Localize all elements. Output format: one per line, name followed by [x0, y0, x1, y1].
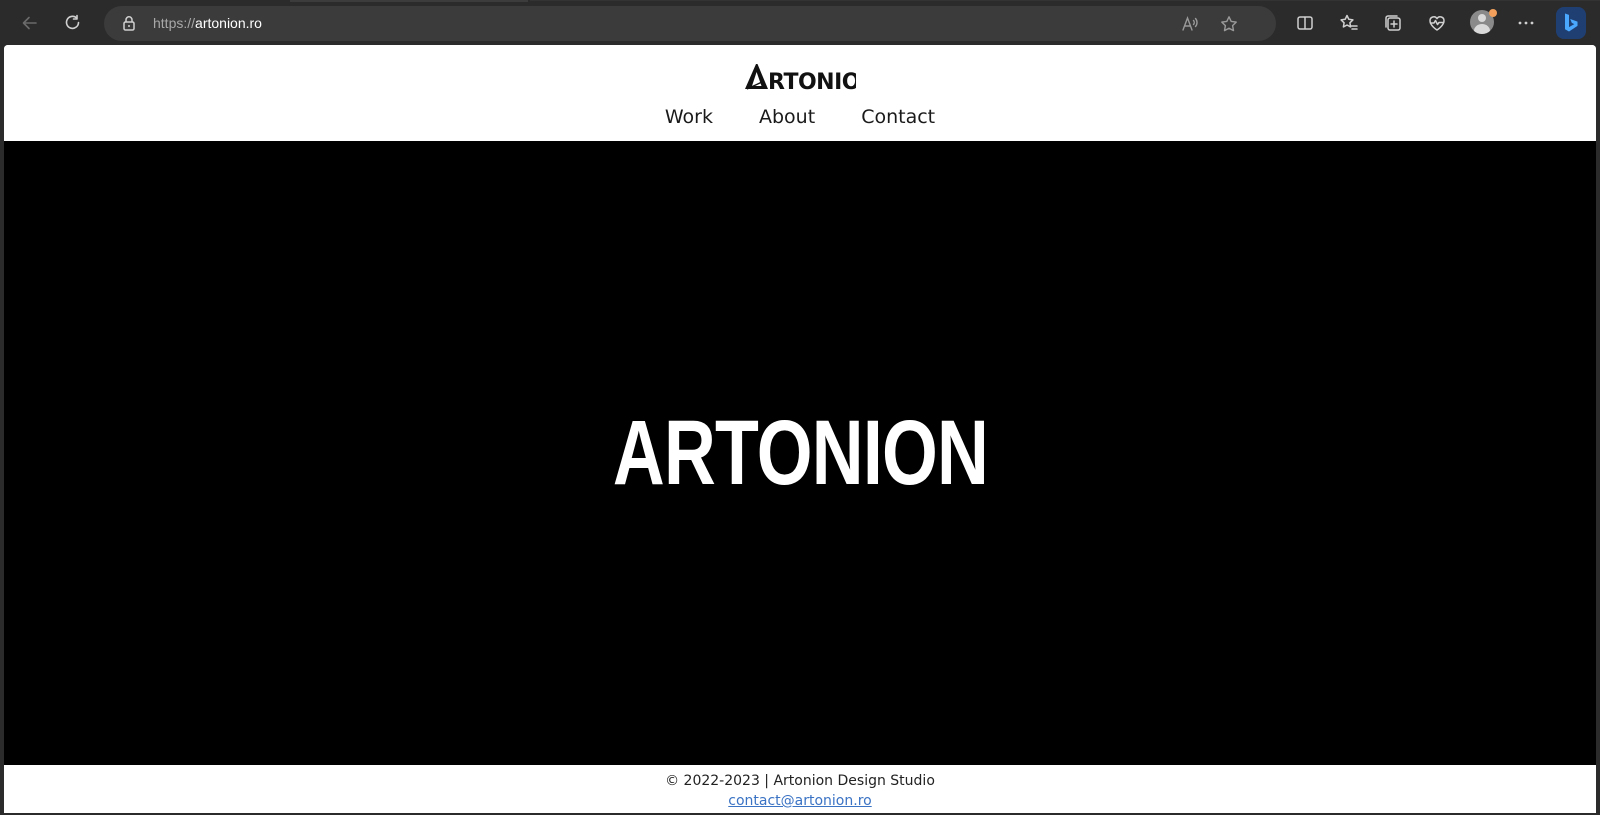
page-viewport: RTONION Work About Contact ARTONION © 20… — [4, 45, 1596, 813]
nav-contact-link[interactable]: Contact — [838, 103, 958, 133]
notification-dot — [1489, 9, 1497, 17]
url-protocol: https:// — [153, 15, 196, 31]
hero-title: ARTONION — [612, 402, 988, 504]
star-icon — [1221, 16, 1237, 32]
site-footer: © 2022-2023 | Artonion Design Studio con… — [4, 765, 1596, 813]
performance-button[interactable] — [1423, 9, 1451, 37]
read-aloud-icon — [1182, 16, 1198, 31]
profile-button[interactable] — [1470, 9, 1497, 36]
split-screen-icon — [1297, 16, 1313, 30]
hero-section: ARTONION — [4, 141, 1596, 765]
refresh-button[interactable] — [57, 8, 89, 38]
url-host: artonion.ro — [195, 15, 262, 31]
back-button[interactable] — [14, 8, 46, 38]
site-header: RTONION Work About Contact — [4, 45, 1596, 141]
footer-email-link[interactable]: contact@artonion.ro — [728, 791, 871, 811]
main-nav: Work About Contact — [4, 103, 1596, 133]
favorite-button[interactable] — [1218, 13, 1240, 35]
lock-icon[interactable] — [120, 14, 138, 32]
tab-strip-line — [530, 0, 1600, 1]
read-aloud-button[interactable] — [1179, 13, 1201, 35]
favorites-list-icon — [1340, 14, 1358, 30]
copilot-button[interactable] — [1556, 7, 1586, 39]
url-text[interactable]: https://artonion.ro — [153, 14, 262, 32]
logo-text: RTONION — [768, 70, 856, 91]
tab-strip-edge — [290, 0, 528, 2]
nav-work-link[interactable]: Work — [642, 103, 736, 133]
collections-button[interactable] — [1379, 9, 1407, 37]
artonion-logo[interactable]: RTONION — [744, 63, 856, 91]
bing-copilot-icon — [1565, 13, 1578, 32]
more-button[interactable] — [1512, 9, 1540, 37]
browser-toolbar: https://artonion.ro — [0, 0, 1600, 45]
nav-about-link[interactable]: About — [736, 103, 838, 133]
favorites-button[interactable] — [1335, 9, 1363, 37]
more-dots-icon — [1518, 21, 1534, 25]
heart-pulse-icon — [1429, 16, 1445, 31]
back-arrow-icon — [22, 16, 37, 30]
collections-icon — [1385, 15, 1401, 31]
refresh-icon — [65, 14, 80, 30]
address-bar[interactable]: https://artonion.ro — [104, 6, 1276, 41]
split-screen-button[interactable] — [1291, 9, 1319, 37]
footer-copyright: © 2022-2023 | Artonion Design Studio — [665, 773, 935, 789]
